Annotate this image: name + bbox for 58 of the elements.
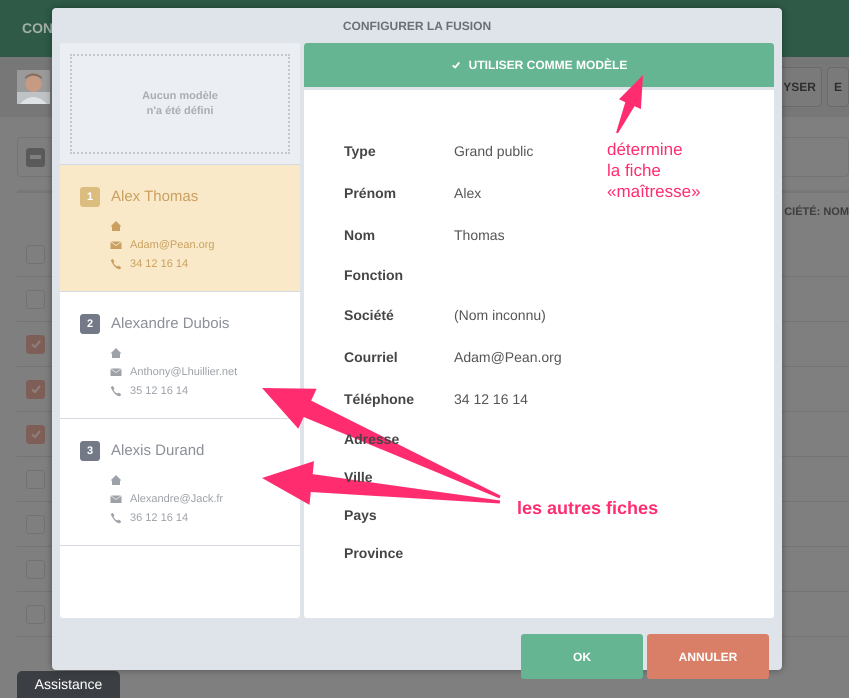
field-value: 34 12 16 14: [454, 390, 528, 408]
field-label: Courriel: [344, 348, 398, 366]
toolbar-button[interactable]: E: [826, 67, 849, 107]
field-value: Grand public: [454, 142, 534, 161]
record-email: Anthony@Lhuillier.net: [130, 364, 238, 380]
row-checkbox[interactable]: [26, 380, 45, 398]
field-label: Pays: [344, 506, 377, 525]
field-label: Téléphone: [344, 390, 414, 409]
record-phone: 35 12 16 14: [130, 384, 188, 399]
home-icon: [110, 474, 122, 486]
check-icon: [30, 383, 42, 395]
column-header: CIÉTÉ: NOM: [784, 204, 849, 220]
field-label: Nom: [344, 226, 376, 244]
row-checkbox[interactable]: [26, 334, 45, 354]
field-label: Prénom: [344, 184, 396, 202]
field-value: (Nom inconnu): [454, 306, 546, 325]
record-email: Alexandre@Jack.fr: [130, 492, 224, 507]
cancel-button[interactable]: ANNULER: [647, 634, 769, 679]
field-label: Fonction: [344, 266, 404, 284]
annotation-text: les autres fiches: [517, 497, 658, 520]
record-name: Alexis Durand: [111, 441, 204, 461]
number-badge: 1: [80, 187, 100, 208]
field-label: Ville: [344, 468, 373, 486]
annotation-arrow: [616, 75, 643, 134]
help-tab[interactable]: Assistance: [17, 671, 120, 698]
mail-icon: [110, 239, 122, 251]
field-label: Type: [344, 142, 376, 161]
phone-icon: [110, 385, 122, 397]
row-checkbox[interactable]: [26, 424, 45, 444]
record-phone: 34 12 16 14: [130, 256, 188, 272]
select-all-checkbox[interactable]: [26, 148, 45, 166]
field-label: Province: [344, 544, 404, 562]
field-label: Société: [344, 306, 394, 324]
phone-icon: [110, 258, 122, 270]
phone-icon: [110, 512, 122, 524]
check-icon: [30, 428, 42, 440]
mail-icon: [110, 493, 122, 505]
check-icon: [450, 60, 461, 70]
check-icon: [30, 338, 42, 350]
annotation-text: détermine la fiche «maîtresse»: [607, 139, 701, 202]
ok-button[interactable]: OK: [521, 634, 643, 679]
dialog-title: CONFIGURER LA FUSION: [342, 18, 492, 34]
number-badge: 2: [80, 314, 100, 334]
record-name: Alexandre Dubois: [111, 314, 230, 334]
use-as-template-button[interactable]: UTILISER COMME MODÈLE: [304, 43, 774, 90]
mail-icon: [110, 366, 122, 378]
placeholder-text: Aucun modèle n'a été défini: [142, 89, 218, 119]
record-email: Adam@Pean.org: [130, 238, 215, 253]
app-title: CON: [22, 19, 54, 38]
field-value: Alex: [454, 184, 482, 202]
field-value: Thomas: [454, 226, 505, 244]
home-icon: [110, 220, 122, 232]
field-value: Adam@Pean.org: [454, 348, 562, 367]
home-icon: [110, 347, 122, 359]
record-phone: 36 12 16 14: [130, 510, 188, 526]
record-name: Alex Thomas: [111, 187, 198, 207]
record-card[interactable]: 1 Alex Thomas Adam@Pean.org 34 12 16 14: [60, 165, 300, 292]
number-badge: 3: [80, 441, 100, 462]
